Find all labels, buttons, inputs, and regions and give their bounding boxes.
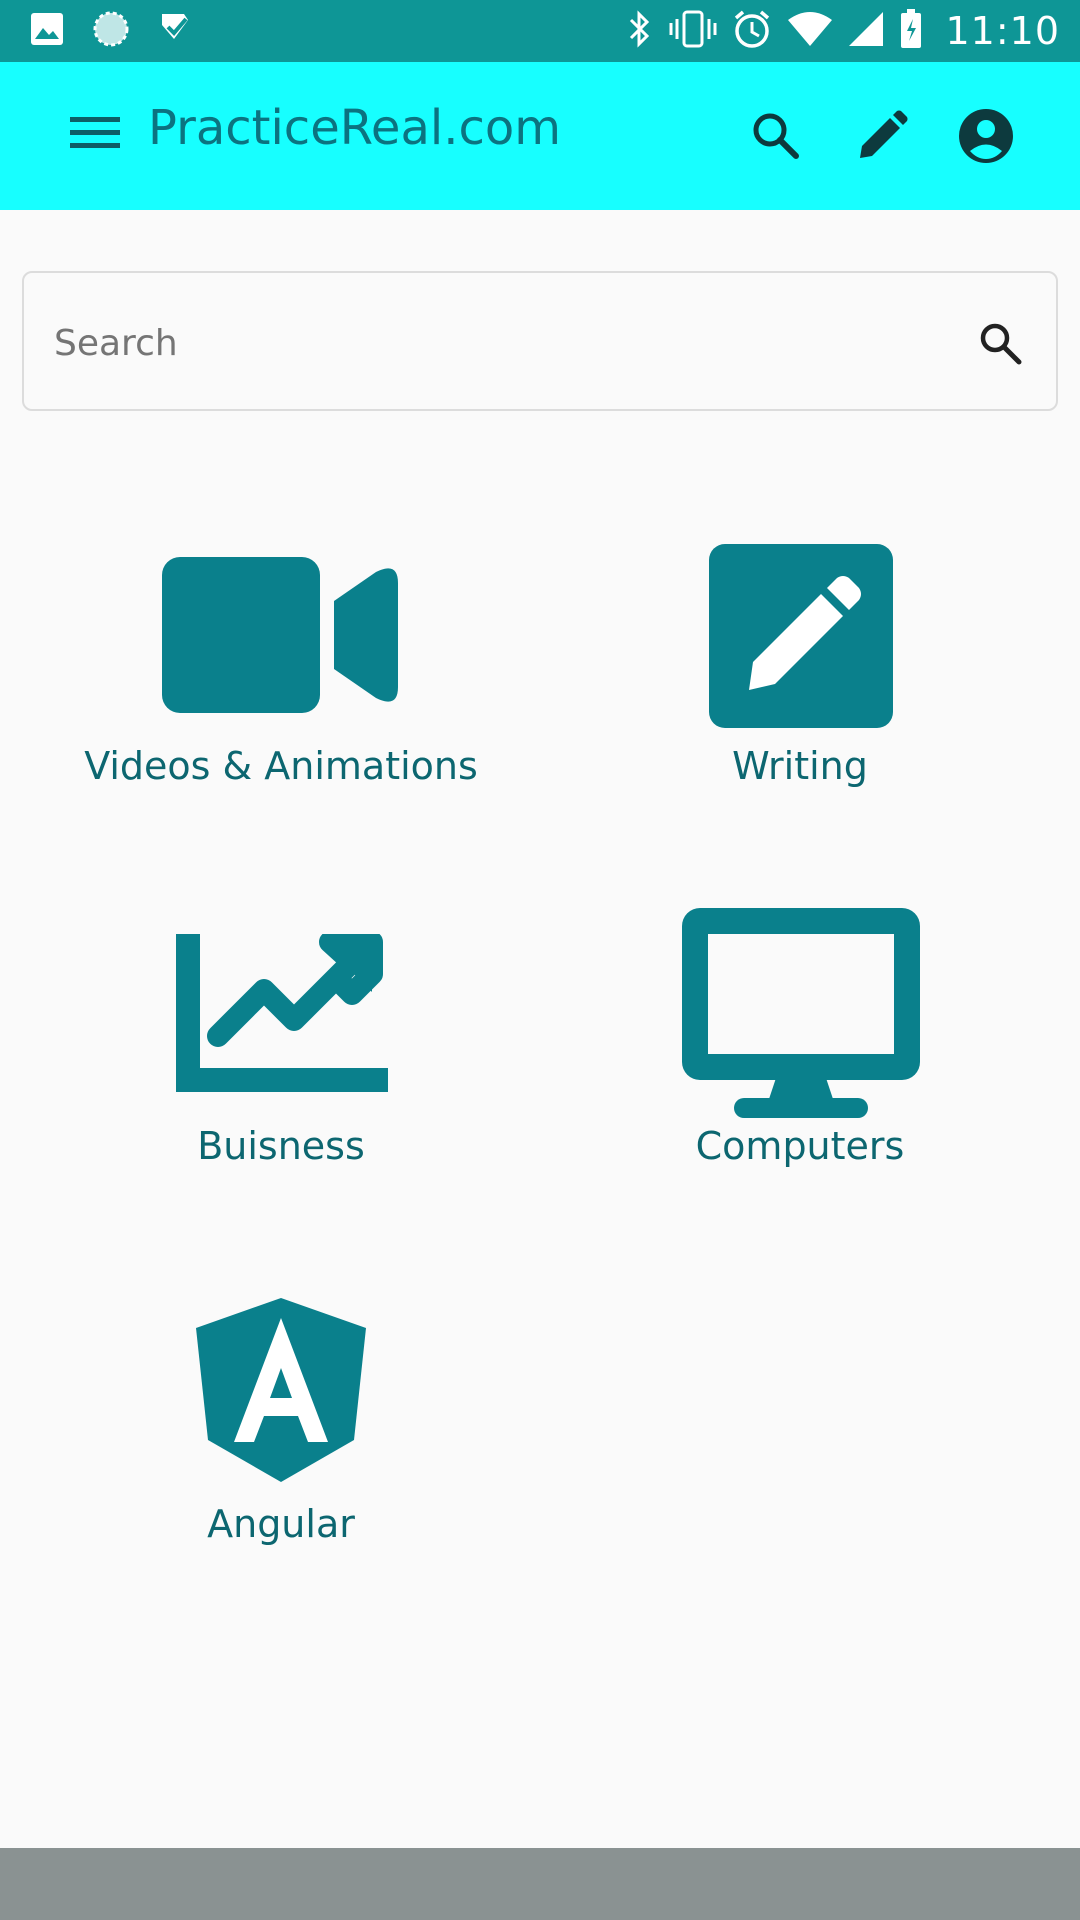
category-label: Buisness [197,1124,365,1168]
bluetooth-icon [625,9,655,53]
category-label: Computers [695,1124,905,1168]
signal-icon [847,10,885,52]
vibrate-icon [669,9,717,53]
category-computers[interactable]: Computers [590,908,1010,1178]
edit-box-icon [709,544,893,732]
search-input[interactable] [52,311,956,375]
category-writing[interactable]: Writing [590,530,1010,800]
desktop-monitor-icon [682,908,920,1122]
sync-icon [92,10,130,52]
search-icon[interactable] [746,106,806,166]
category-buisness[interactable]: Buisness [70,908,492,1178]
category-label: Writing [732,744,868,788]
category-angular[interactable]: Angular [70,1290,492,1560]
check-icon [158,11,194,51]
navigation-bar [0,1848,1080,1920]
status-time: 11:10 [945,9,1060,53]
battery-icon [899,9,923,53]
status-bar: 11:10 [0,0,1080,62]
wifi-icon [787,10,833,52]
search-field [22,271,1058,411]
category-label: Videos & Animations [84,744,478,788]
search-submit-icon[interactable] [974,317,1028,371]
account-icon[interactable] [956,106,1016,166]
angular-logo-icon [196,1298,366,1486]
videocam-icon [162,555,398,719]
category-videos-animations[interactable]: Videos & Animations [70,530,492,800]
alarm-icon [731,8,773,54]
trending-chart-icon [176,931,388,1096]
menu-icon[interactable] [68,106,122,160]
app-bar: PracticeReal.com [0,62,1080,210]
image-icon [30,12,64,50]
category-label: Angular [207,1502,355,1546]
pencil-icon[interactable] [852,106,912,166]
app-title[interactable]: PracticeReal.com [148,100,561,156]
